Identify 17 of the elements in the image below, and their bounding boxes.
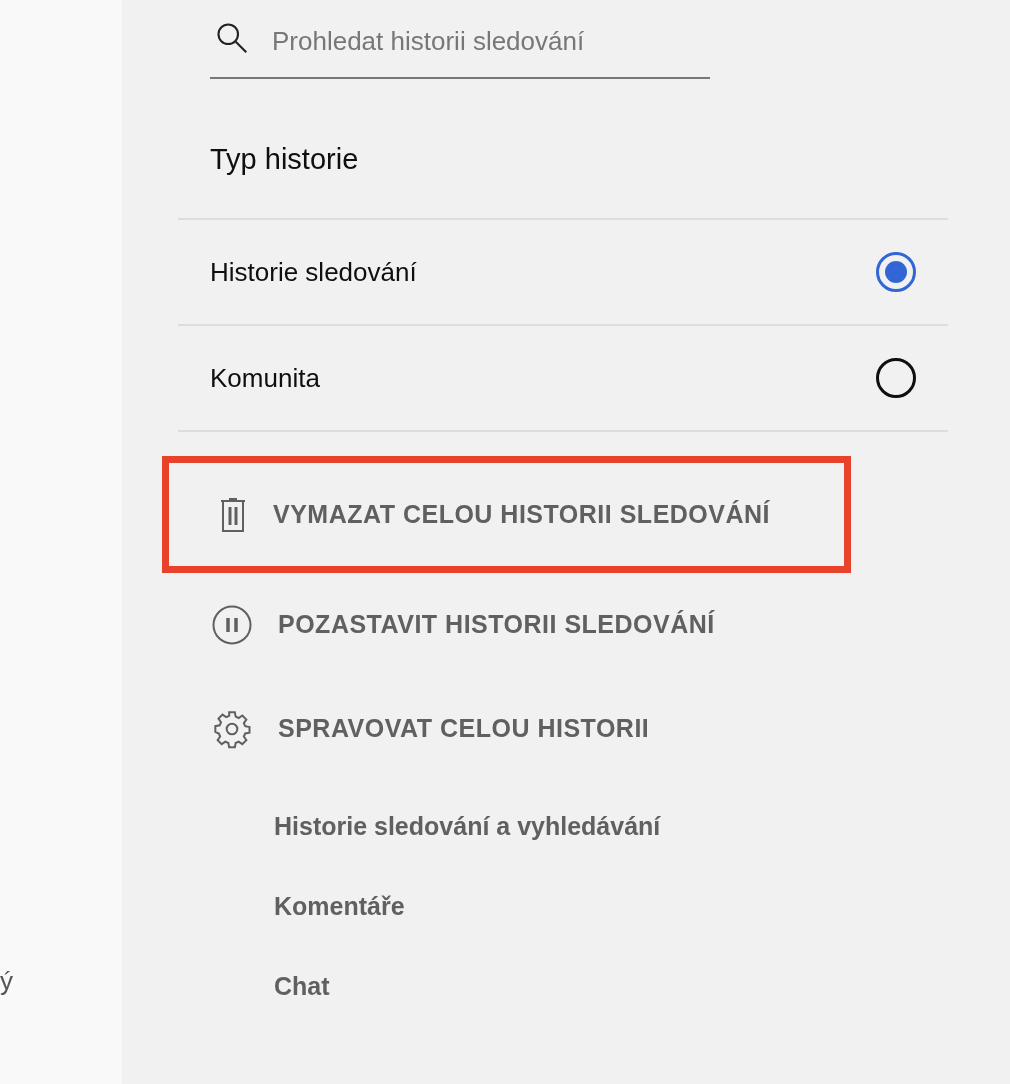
search-input[interactable]: Prohledat historii sledování <box>272 22 672 61</box>
truncated-text: ý <box>0 965 13 998</box>
settings-icon <box>212 709 252 749</box>
search-icon <box>214 20 250 56</box>
history-type-option[interactable]: Historie sledování <box>178 220 948 326</box>
manage-history-link[interactable]: Chat <box>274 947 948 1027</box>
manage-history-link[interactable]: Historie sledování a vyhledávání <box>274 787 948 867</box>
radio-button[interactable] <box>876 252 916 292</box>
manage-history-link[interactable]: Komentáře <box>274 867 948 947</box>
history-type-option[interactable]: Komunita <box>178 326 948 432</box>
history-action-button[interactable]: SPRAVOVAT CELOU HISTORII <box>162 677 851 781</box>
history-action-button[interactable]: VYMAZAT CELOU HISTORII SLEDOVÁNÍ <box>162 456 851 573</box>
section-title: Typ historie <box>210 145 360 177</box>
history-action-button[interactable]: POZASTAVIT HISTORII SLEDOVÁNÍ <box>162 573 851 677</box>
radio-button[interactable] <box>876 358 916 398</box>
trash-icon <box>219 496 247 533</box>
pause-icon <box>212 605 252 645</box>
